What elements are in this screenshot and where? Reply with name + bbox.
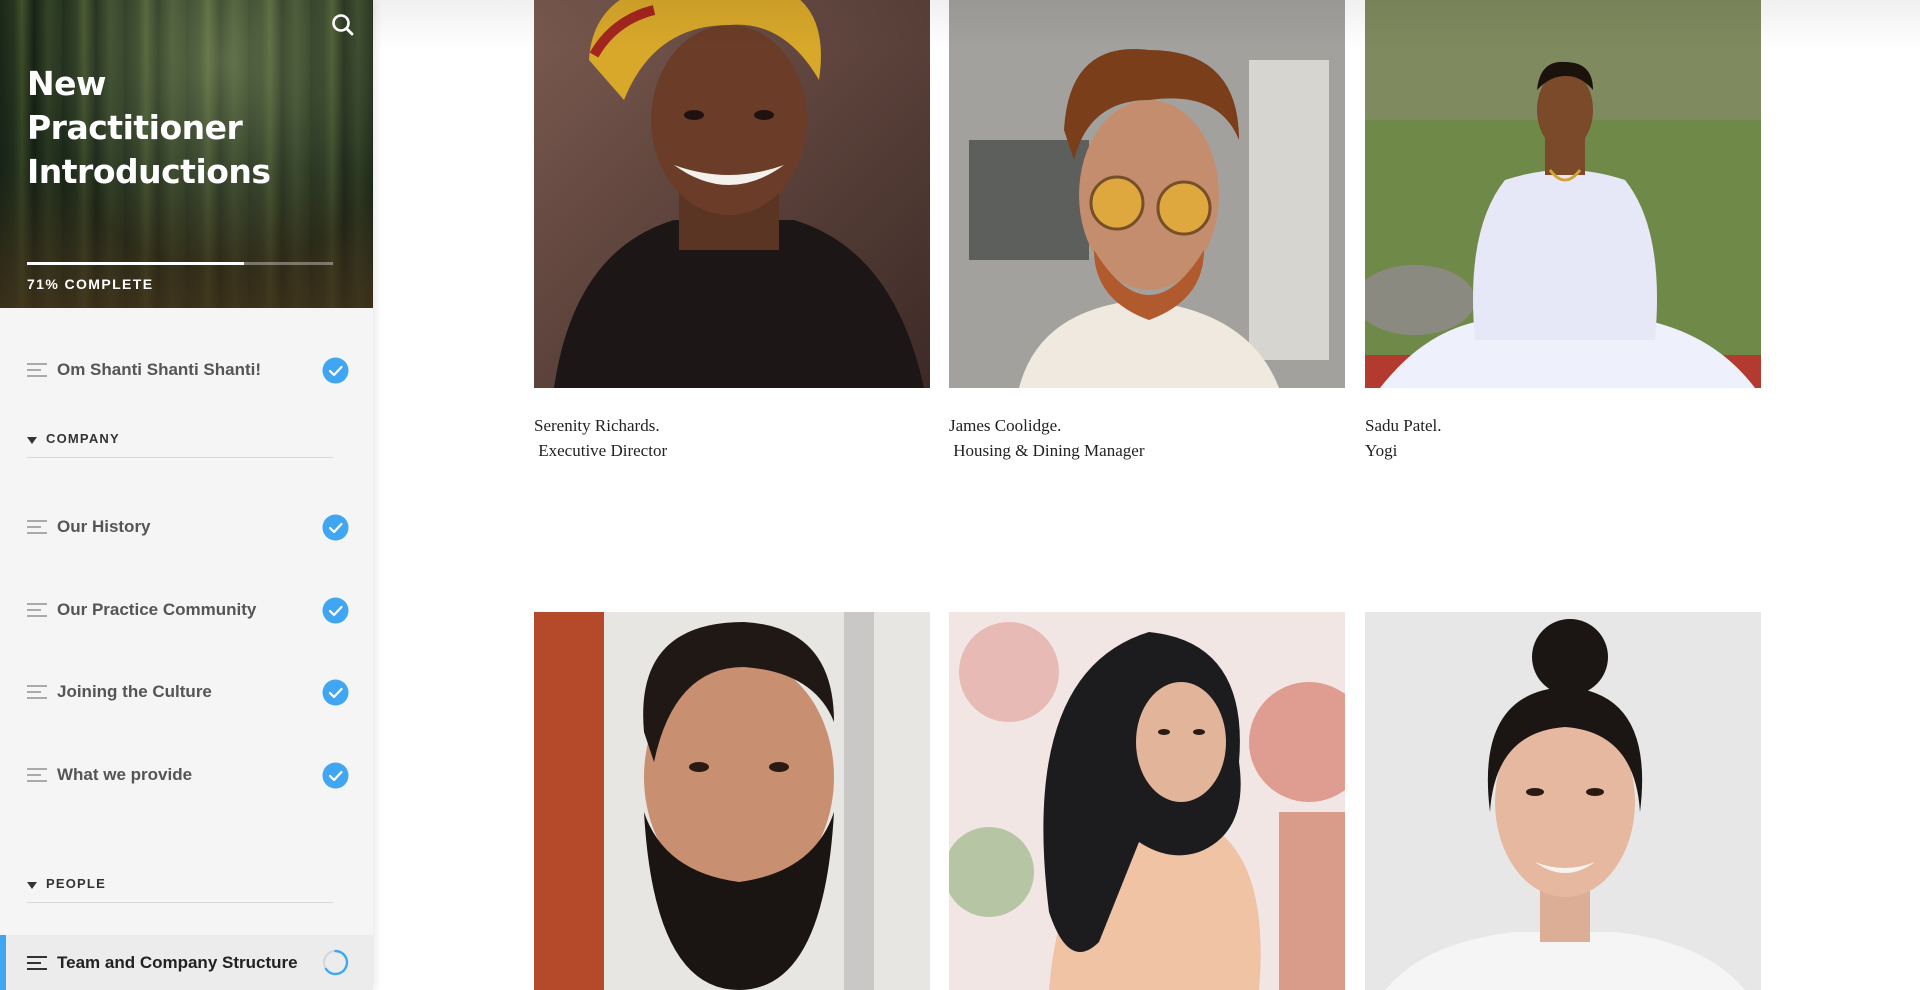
person-card: [1365, 612, 1761, 990]
section-title: COMPANY: [46, 431, 120, 446]
in-progress-spinner-icon: [323, 949, 349, 976]
section-header-people[interactable]: PEOPLE: [27, 873, 333, 903]
caret-down-icon: [27, 437, 37, 444]
person-role: Executive Director: [534, 441, 668, 460]
section-title: PEOPLE: [46, 876, 106, 891]
course-progress-bar: [27, 262, 333, 265]
person-card: [949, 612, 1345, 990]
course-progress-fill: [27, 262, 245, 265]
lesson-content: Serenity Richards. Executive Director Ja…: [373, 0, 1920, 990]
course-title: New Practitioner Introductions: [27, 64, 271, 191]
lesson-label: Joining the Culture: [57, 682, 212, 701]
check-complete-icon: [322, 679, 349, 705]
lesson-item-joining-the-culture[interactable]: Joining the Culture: [0, 672, 373, 712]
lesson-lines-icon: [27, 603, 47, 617]
person-caption: James Coolidge. Housing & Dining Manager: [949, 413, 1144, 463]
person-role: Yogi: [1365, 441, 1398, 460]
lesson-item-our-practice-community[interactable]: Our Practice Community: [0, 590, 373, 630]
person-card: James Coolidge. Housing & Dining Manager: [949, 0, 1345, 470]
lesson-label: Our Practice Community: [57, 600, 257, 619]
course-progress-label: 71% COMPLETE: [27, 276, 154, 292]
lesson-label: Om Shanti Shanti Shanti!: [57, 360, 262, 379]
person-caption: Serenity Richards. Executive Director: [534, 413, 667, 463]
lesson-lines-icon: [27, 363, 47, 377]
course-sidebar: New Practitioner Introductions 71% COMPL…: [0, 0, 373, 990]
lesson-item-om-shanti[interactable]: Om Shanti Shanti Shanti!: [0, 350, 373, 390]
person-name: James Coolidge.: [949, 416, 1062, 435]
course-hero-banner: New Practitioner Introductions 71% COMPL…: [0, 0, 373, 308]
check-complete-icon: [322, 514, 349, 540]
search-icon[interactable]: [330, 12, 356, 38]
section-header-company[interactable]: COMPANY: [27, 428, 333, 458]
lesson-item-team-and-company-structure[interactable]: Team and Company Structure: [0, 935, 373, 990]
lesson-lines-icon: [27, 520, 47, 534]
person-name: Sadu Patel.: [1365, 416, 1442, 435]
person-card: Serenity Richards. Executive Director: [534, 0, 930, 470]
lesson-item-our-history[interactable]: Our History: [0, 507, 373, 547]
lesson-label: Team and Company Structure: [57, 952, 298, 972]
lesson-label: What we provide: [57, 765, 193, 784]
lesson-lines-icon: [27, 768, 47, 782]
person-card: Sadu Patel. Yogi: [1365, 0, 1761, 470]
caret-down-icon: [27, 882, 37, 889]
lesson-item-what-we-provide[interactable]: What we provide: [0, 755, 373, 795]
lesson-lines-icon: [27, 685, 47, 699]
person-caption: Sadu Patel. Yogi: [1365, 413, 1442, 463]
check-complete-icon: [322, 597, 349, 623]
check-complete-icon: [322, 762, 349, 788]
person-photo-james: [949, 0, 1345, 388]
person-photo-row2-3: [1365, 612, 1761, 990]
lesson-lines-icon: [27, 955, 47, 970]
person-photo-row2-2: [949, 612, 1345, 990]
person-photo-row2-1: [534, 612, 930, 990]
check-complete-icon: [322, 357, 349, 383]
person-role: Housing & Dining Manager: [949, 441, 1145, 460]
person-card: [534, 612, 930, 990]
lesson-label: Our History: [57, 517, 151, 536]
person-photo-serenity: [534, 0, 930, 388]
person-photo-sadu: [1365, 0, 1761, 388]
active-indicator: [0, 935, 6, 990]
person-name: Serenity Richards.: [534, 416, 660, 435]
